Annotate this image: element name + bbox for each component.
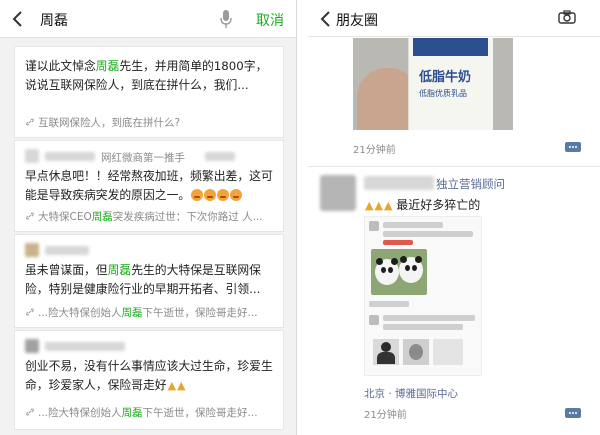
author-name-blurred <box>45 342 125 351</box>
search-results-panel: 周磊 取消 谨以此文悼念周磊先生，并用简单的1800字，说说互联网保险人，到底在… <box>0 0 297 435</box>
post-image-screenshot[interactable]: 摆摸 <box>364 216 482 376</box>
result-source[interactable]: ...险大特保创始人周磊下午逝世，保险哥走好... <box>25 405 280 420</box>
cancel-button[interactable]: 取消 <box>256 10 284 30</box>
carton-top <box>413 38 488 56</box>
author-name-blurred <box>45 246 89 255</box>
mini-photo <box>403 339 429 365</box>
post-image-milk[interactable]: 低脂牛奶 低脂优质乳品 <box>353 38 513 130</box>
author-extra-blurred <box>205 152 235 161</box>
author-avatar <box>25 339 39 353</box>
result-source[interactable]: 互联网保险人，到底在拼什么? <box>25 115 280 130</box>
post-time: 21分钟前 <box>364 410 407 421</box>
author-name: 网红微商第一推手 <box>101 152 185 164</box>
post-time: 21分钟前 <box>353 145 396 156</box>
link-icon <box>26 118 34 126</box>
emoji-icon <box>230 189 243 201</box>
clap-emoji-icon: ▲ <box>374 199 383 212</box>
result-body: 谨以此文悼念周磊先生，并用简单的1800字，说说互联网保险人，到底在拼什么，我们… <box>25 59 268 92</box>
mini-line <box>383 315 475 321</box>
post-author[interactable]: 独立营销顾问 <box>436 176 505 192</box>
mini-photo <box>373 339 399 365</box>
clap-emoji-icon: ▲ <box>177 379 186 392</box>
mini-line <box>383 222 443 228</box>
emoji-icon <box>217 189 230 201</box>
more-dots-icon[interactable] <box>565 408 581 418</box>
post-text: ▲▲▲ 最近好多猝亡的 <box>365 198 481 212</box>
camera-icon[interactable] <box>558 10 576 24</box>
mini-line <box>383 231 473 237</box>
more-dots-icon[interactable] <box>565 142 581 152</box>
author-avatar <box>25 243 39 257</box>
search-input[interactable]: 周磊 <box>40 10 68 30</box>
mini-avatar <box>369 221 379 231</box>
panda-photo: 摆摸 <box>371 249 427 295</box>
page-title: 朋友圈 <box>336 13 378 29</box>
chevron-left-icon[interactable] <box>10 10 26 28</box>
search-result-card[interactable]: 创业不易，没有什么事情应该大过生命，珍爱生命，珍爱家人，保险哥走好▲▲ ...险… <box>14 330 284 430</box>
microphone-icon[interactable] <box>220 9 232 29</box>
clap-emoji-icon: ▲ <box>383 199 393 212</box>
result-body: 虽未曾谋面，但周磊先生的大特保是互联网保险，特别是健康险行业的早期开拓者、引领.… <box>25 263 261 296</box>
emoji-icon <box>204 189 217 201</box>
moments-header: 朋友圈 <box>308 0 600 37</box>
link-icon <box>26 308 34 316</box>
carton-label: 低脂牛奶 <box>419 70 472 85</box>
clap-emoji-icon: ▲ <box>365 199 374 212</box>
author-name-blurred <box>45 152 95 161</box>
post-location[interactable]: 北京 · 博雅国际中心 <box>364 386 458 401</box>
author-avatar <box>25 149 39 163</box>
search-result-card[interactable]: 网红微商第一推手 早点休息吧！！经常熬夜加班，频繁出差，这可能是导致疾病突发的原… <box>14 140 284 232</box>
avatar[interactable] <box>320 175 356 211</box>
link-icon <box>26 408 34 416</box>
search-bar: 周磊 取消 <box>0 0 296 38</box>
divider <box>308 166 600 167</box>
chevron-left-icon[interactable] <box>318 10 334 28</box>
emoji-icon <box>191 189 204 201</box>
clap-emoji-icon: ▲ <box>167 379 177 392</box>
link-icon <box>26 212 34 220</box>
search-result-card[interactable]: 谨以此文悼念周磊先生，并用简单的1800字，说说互联网保险人，到底在拼什么，我们… <box>14 46 284 138</box>
mini-line <box>369 301 409 307</box>
result-body: 早点休息吧！！经常熬夜加班，频繁出差，这可能是导致疾病突发的原因之一。 <box>25 169 273 202</box>
mini-photo <box>433 339 463 365</box>
result-source[interactable]: ...险大特保创始人周磊下午逝世，保险哥走好... <box>25 305 280 320</box>
mini-avatar <box>369 315 379 325</box>
result-body: 创业不易，没有什么事情应该大过生命，珍爱生命，珍爱家人，保险哥走好▲▲ <box>25 357 275 395</box>
author-name-blurred <box>364 176 434 190</box>
search-result-card[interactable]: 虽未曾谋面，但周磊先生的大特保是互联网保险，特别是健康险行业的早期开拓者、引领.… <box>14 234 284 328</box>
moments-panel: 朋友圈 低脂牛奶 低脂优质乳品 21分钟前 独立营销顾问 ▲▲▲ 最近好多猝亡的… <box>308 0 600 435</box>
carton-sublabel: 低脂优质乳品 <box>419 89 467 98</box>
mini-line <box>383 324 463 330</box>
mini-hearts <box>383 240 413 245</box>
result-source[interactable]: 大特保CEO周磊突发疾病过世：下次你路过 人... <box>25 209 280 224</box>
